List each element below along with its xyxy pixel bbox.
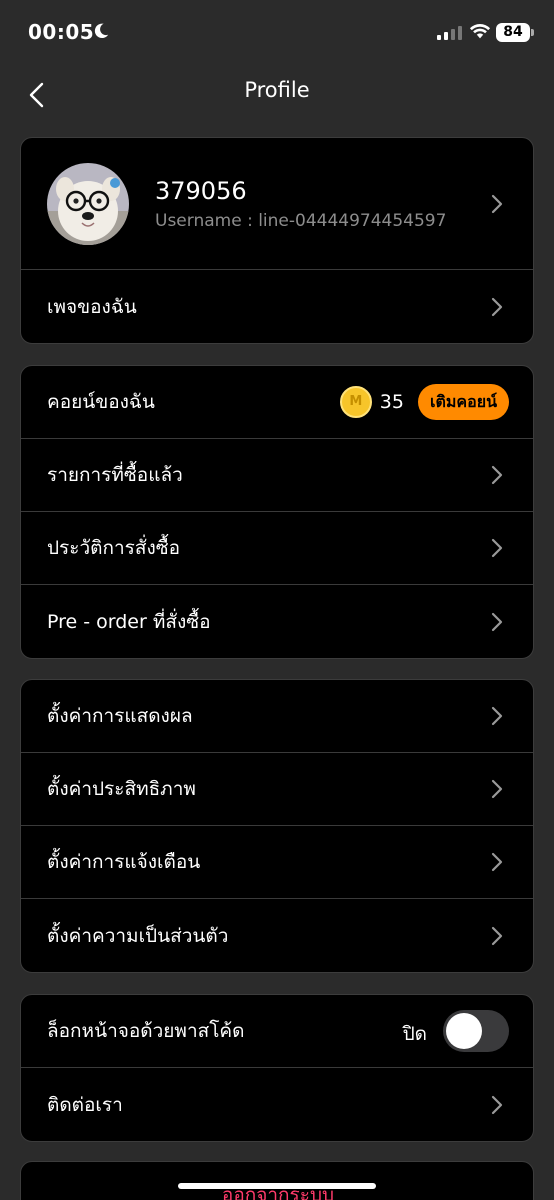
chevron-right-icon bbox=[491, 1095, 503, 1114]
passcode-row: ล็อกหน้าจอด้วยพาสโค้ด ปิด bbox=[21, 995, 533, 1068]
settings-card: ตั้งค่าการแสดงผล ตั้งค่าประสิทธิภาพ ตั้ง… bbox=[20, 679, 534, 973]
profile-username: Username : line-04444974454597 bbox=[155, 210, 447, 231]
status-bar: 00:05 84 bbox=[0, 0, 554, 66]
chevron-right-icon bbox=[491, 538, 503, 558]
nav-bar: Profile bbox=[0, 66, 554, 122]
topup-coins-button[interactable]: เติมคอยน์ bbox=[417, 384, 509, 420]
battery-tip bbox=[531, 29, 534, 36]
purchased-items-row[interactable]: รายการที่ซื้อแล้ว bbox=[21, 439, 533, 512]
wifi-icon bbox=[469, 24, 491, 39]
order-history-row[interactable]: ประวัติการสั่งซื้อ bbox=[21, 512, 533, 585]
battery-icon: 84 bbox=[496, 23, 530, 42]
notification-settings-row[interactable]: ตั้งค่าการแจ้งเตือน bbox=[21, 826, 533, 899]
my-page-label: เพจของฉัน bbox=[47, 295, 137, 318]
passcode-state-label: ปิด bbox=[402, 1023, 427, 1045]
display-settings-row[interactable]: ตั้งค่าการแสดงผล bbox=[21, 680, 533, 753]
preorder-row[interactable]: Pre - order ที่สั่งซื้อ bbox=[21, 585, 533, 658]
preorder-label: Pre - order ที่สั่งซื้อ bbox=[47, 610, 211, 633]
privacy-settings-row[interactable]: ตั้งค่าความเป็นส่วนตัว bbox=[21, 899, 533, 972]
my-coins-row: คอยน์ของฉัน M 35 เติมคอยน์ bbox=[21, 366, 533, 439]
my-coins-label: คอยน์ของฉัน bbox=[47, 391, 155, 413]
chevron-right-icon bbox=[491, 706, 503, 726]
passcode-label: ล็อกหน้าจอด้วยพาสโค้ด bbox=[47, 1020, 245, 1042]
moon-icon bbox=[94, 23, 109, 39]
chevron-right-icon bbox=[491, 297, 503, 316]
coin-icon: M bbox=[339, 386, 372, 418]
chevron-right-icon bbox=[491, 194, 503, 213]
purchased-items-label: รายการที่ซื้อแล้ว bbox=[47, 464, 183, 486]
avatar bbox=[47, 162, 129, 245]
performance-settings-row[interactable]: ตั้งค่าประสิทธิภาพ bbox=[21, 753, 533, 826]
profile-card: 379056 Username : line-04444974454597 เพ… bbox=[20, 137, 534, 344]
purchases-card: คอยน์ของฉัน M 35 เติมคอยน์ รายการที่ซื้อ… bbox=[20, 365, 534, 659]
order-history-label: ประวัติการสั่งซื้อ bbox=[47, 537, 181, 559]
logout-card[interactable]: ออกจากระบบ bbox=[20, 1161, 534, 1200]
profile-name: 379056 bbox=[155, 176, 247, 205]
coin-count: 35 bbox=[379, 391, 404, 413]
notification-settings-label: ตั้งค่าการแจ้งเตือน bbox=[47, 851, 201, 873]
chevron-right-icon bbox=[491, 612, 503, 631]
privacy-settings-label: ตั้งค่าความเป็นส่วนตัว bbox=[47, 924, 229, 947]
profile-row[interactable]: 379056 Username : line-04444974454597 bbox=[21, 138, 533, 270]
cellular-signal-icon bbox=[437, 25, 462, 40]
security-card: ล็อกหน้าจอด้วยพาสโค้ด ปิด ติดต่อเรา bbox=[20, 994, 534, 1142]
performance-settings-label: ตั้งค่าประสิทธิภาพ bbox=[47, 778, 196, 800]
chevron-right-icon bbox=[491, 779, 503, 799]
contact-us-label: ติดต่อเรา bbox=[47, 1093, 123, 1116]
chevron-right-icon bbox=[491, 926, 503, 945]
my-page-row[interactable]: เพจของฉัน bbox=[21, 270, 533, 343]
page-title: Profile bbox=[244, 78, 310, 102]
chevron-right-icon bbox=[491, 465, 503, 485]
display-settings-label: ตั้งค่าการแสดงผล bbox=[47, 705, 193, 727]
chevron-right-icon bbox=[491, 852, 503, 872]
home-indicator bbox=[178, 1183, 376, 1189]
passcode-toggle[interactable] bbox=[443, 1010, 509, 1052]
status-time: 00:05 bbox=[28, 20, 95, 44]
toggle-knob bbox=[446, 1013, 482, 1049]
dog-avatar-image bbox=[47, 162, 129, 245]
contact-us-row[interactable]: ติดต่อเรา bbox=[21, 1068, 533, 1141]
